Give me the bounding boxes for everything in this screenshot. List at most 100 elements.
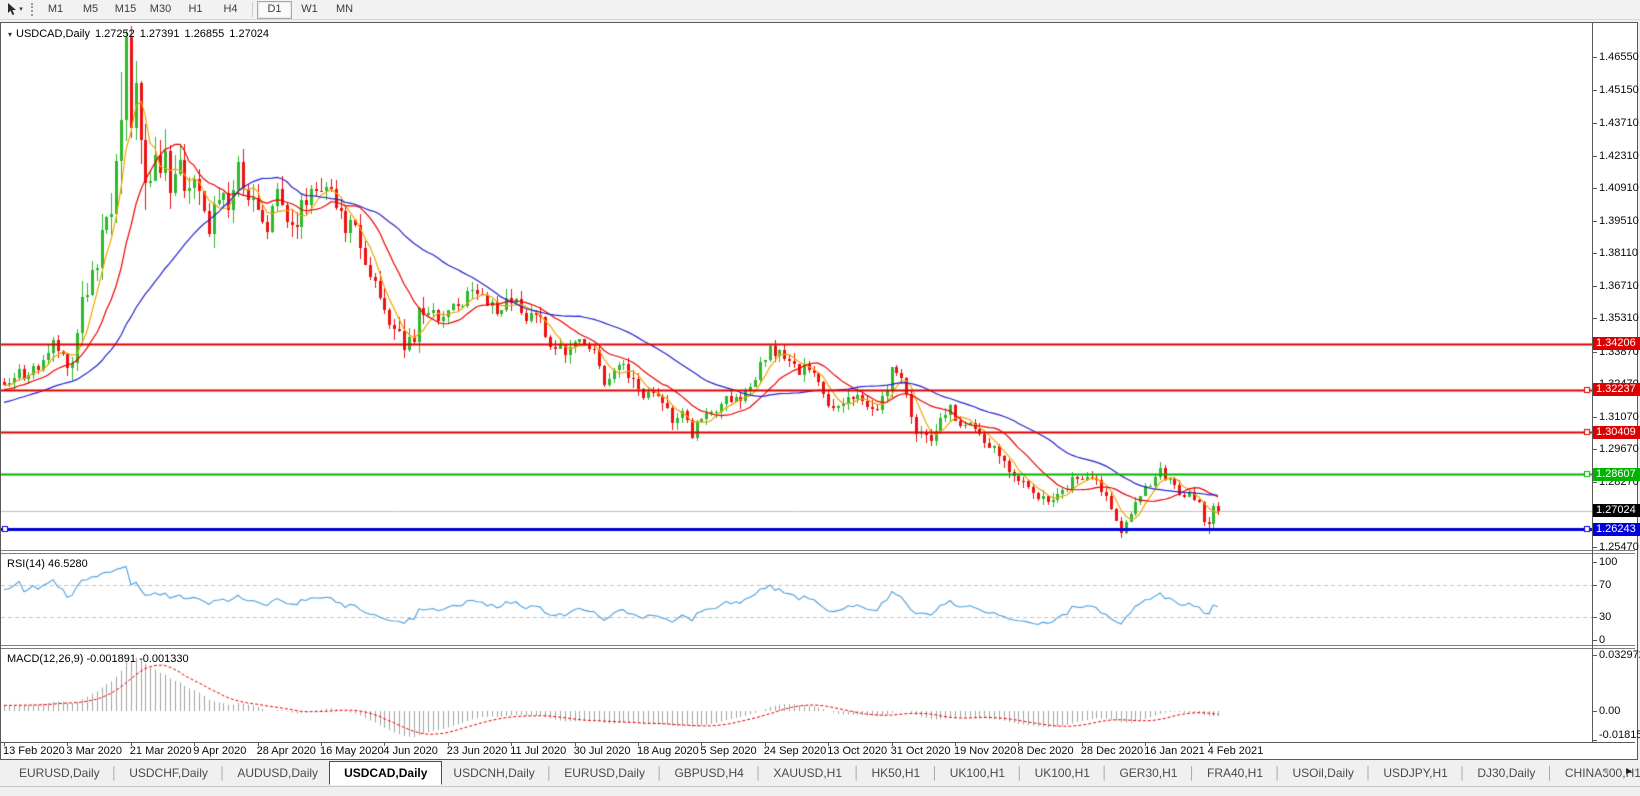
tab-separator: │ bbox=[853, 766, 861, 780]
tab-separator: │ bbox=[1274, 766, 1282, 780]
timeframe-toolbar: ▾ M1M5M15M30H1H4 D1W1MN bbox=[0, 0, 1640, 20]
date-tick-label: 16 May 2020 bbox=[320, 745, 384, 757]
main-chart-canvas[interactable] bbox=[1, 23, 1592, 550]
chart-title: ▾USDCAD,Daily1.272521.273911.268551.2702… bbox=[8, 28, 274, 40]
chart-tab-usoil-daily[interactable]: USOil,Daily bbox=[1282, 762, 1365, 784]
date-tick-label: 4 Feb 2021 bbox=[1208, 745, 1264, 757]
timeframe-button-mn[interactable]: MN bbox=[327, 1, 362, 19]
axis-tick bbox=[1592, 482, 1597, 483]
axis-tick bbox=[1592, 562, 1597, 563]
timeframe-button-m30[interactable]: M30 bbox=[143, 1, 178, 19]
date-tick bbox=[511, 742, 512, 746]
ohlc-close: 1.27024 bbox=[229, 28, 269, 40]
chart-tab-usdcnh-daily[interactable]: USDCNH,Daily bbox=[442, 762, 545, 784]
chart-tab-usdcad-daily[interactable]: USDCAD,Daily bbox=[329, 761, 442, 785]
toolbar-grip[interactable] bbox=[31, 3, 33, 16]
date-tick-label: 19 Nov 2020 bbox=[954, 745, 1016, 757]
date-tick-label: 24 Sep 2020 bbox=[764, 745, 826, 757]
cursor-dropdown-caret-icon[interactable]: ▾ bbox=[19, 6, 23, 13]
chart-tab-dj30-daily[interactable]: DJ30,Daily bbox=[1466, 762, 1546, 784]
date-tick bbox=[448, 742, 449, 746]
tab-scroll-right-icon[interactable]: ► bbox=[1624, 766, 1634, 777]
level-price-tag: 1.28607 bbox=[1593, 468, 1640, 481]
macd-label: MACD(12,26,9) -0.001891 -0.001330 bbox=[7, 653, 189, 665]
chart-tab-uk100-h1[interactable]: UK100,H1 bbox=[1024, 762, 1101, 784]
tab-separator: │ bbox=[656, 766, 664, 780]
macd-tick-label: 0.032972 bbox=[1599, 649, 1640, 661]
tab-separator: │ bbox=[931, 766, 939, 780]
price-tick-label: 1.45150 bbox=[1599, 84, 1640, 96]
date-tick-label: 28 Dec 2020 bbox=[1081, 745, 1143, 757]
date-tick-label: 30 Jul 2020 bbox=[574, 745, 631, 757]
ohlc-open: 1.27252 bbox=[95, 28, 135, 40]
chart-tab-bar: EURUSD,Daily│USDCHF,Daily│AUDUSD,DailyUS… bbox=[0, 760, 1640, 796]
price-tick-label: 1.31070 bbox=[1599, 411, 1640, 423]
current-price-tag: 1.27024 bbox=[1593, 504, 1640, 517]
cursor-icon bbox=[7, 3, 18, 16]
date-tick-label: 3 Mar 2020 bbox=[66, 745, 122, 757]
timeframe-button-m5[interactable]: M5 bbox=[73, 1, 108, 19]
trading-terminal: ▾ M1M5M15M30H1H4 D1W1MN ▾ USDCAD,Daily 1.27… bbox=[0, 0, 1640, 796]
chart-tab-uk100-h1[interactable]: UK100,H1 bbox=[939, 762, 1016, 784]
chart-tab-eurusd-daily[interactable]: EURUSD,Daily bbox=[553, 762, 656, 784]
level-price-tag: 1.32237 bbox=[1593, 383, 1640, 396]
date-tick-label: 21 Mar 2020 bbox=[130, 745, 192, 757]
date-tick-label: 8 Dec 2020 bbox=[1017, 745, 1073, 757]
date-tick-label: 4 Jun 2020 bbox=[383, 745, 437, 757]
axis-tick bbox=[1592, 640, 1597, 641]
date-tick-label: 13 Oct 2020 bbox=[827, 745, 887, 757]
axis-tick bbox=[1592, 547, 1597, 548]
price-tick-label: 1.29670 bbox=[1599, 443, 1640, 455]
chart-tab-hk50-h1[interactable]: HK50,H1 bbox=[861, 762, 932, 784]
macd-tick-label: 0.00 bbox=[1599, 705, 1640, 717]
axis-tick bbox=[1592, 740, 1597, 741]
date-tick-label: 16 Jan 2021 bbox=[1144, 745, 1205, 757]
timeframe-button-h1[interactable]: H1 bbox=[178, 1, 213, 19]
chart-tab-ger30-h1[interactable]: GER30,H1 bbox=[1108, 762, 1188, 784]
chart-tab-xauusd-h1[interactable]: XAUUSD,H1 bbox=[762, 762, 853, 784]
ohlc-low: 1.26855 bbox=[185, 28, 225, 40]
timeframe-button-w1[interactable]: W1 bbox=[292, 1, 327, 19]
date-tick bbox=[384, 742, 385, 746]
cursor-tool-button[interactable]: ▾ bbox=[2, 1, 28, 18]
time-axis-line bbox=[1, 742, 1635, 743]
chart-title-caret-icon[interactable]: ▾ bbox=[8, 30, 12, 39]
date-tick-label: 28 Apr 2020 bbox=[257, 745, 316, 757]
macd-pane-separator[interactable] bbox=[1, 645, 1635, 649]
rsi-indicator-canvas[interactable] bbox=[1, 556, 1592, 644]
date-tick bbox=[258, 742, 259, 746]
tab-separator: │ bbox=[1016, 766, 1024, 780]
tab-separator: │ bbox=[1459, 766, 1467, 780]
timeframe-button-m1[interactable]: M1 bbox=[38, 1, 73, 19]
chart-tab-fra40-h1[interactable]: FRA40,H1 bbox=[1196, 762, 1274, 784]
tab-scroll-left-icon[interactable]: ◄ bbox=[1600, 766, 1610, 777]
macd-indicator-canvas[interactable] bbox=[1, 650, 1592, 742]
chart-tab-audusd-daily[interactable]: AUDUSD,Daily bbox=[226, 762, 329, 784]
date-tick bbox=[955, 742, 956, 746]
tab-separator: │ bbox=[219, 766, 227, 780]
date-tick bbox=[131, 742, 132, 746]
date-tick bbox=[1209, 742, 1210, 746]
chart-tab-usdjpy-h1[interactable]: USDJPY,H1 bbox=[1372, 762, 1458, 784]
date-tick bbox=[828, 742, 829, 746]
tab-separator: │ bbox=[1101, 766, 1109, 780]
timeframe-button-m15[interactable]: M15 bbox=[108, 1, 143, 19]
level-price-tag: 1.30409 bbox=[1593, 426, 1640, 439]
rsi-pane-separator[interactable] bbox=[1, 550, 1635, 554]
chart-tab-eurusd-daily[interactable]: EURUSD,Daily bbox=[8, 762, 111, 784]
axis-tick bbox=[1592, 617, 1597, 618]
rsi-tick-label: 100 bbox=[1599, 556, 1640, 568]
date-tick bbox=[67, 742, 68, 746]
chart-symbol-period: USDCAD,Daily bbox=[16, 28, 90, 40]
toolbar-separator bbox=[252, 2, 253, 17]
price-tick-label: 1.43710 bbox=[1599, 117, 1640, 129]
date-tick bbox=[1082, 742, 1083, 746]
tab-separator: │ bbox=[1188, 766, 1196, 780]
date-tick bbox=[194, 742, 195, 746]
level-price-tag: 1.26243 bbox=[1593, 523, 1640, 536]
timeframe-button-h4[interactable]: H4 bbox=[213, 1, 248, 19]
chart-tab-gbpusd-h4[interactable]: GBPUSD,H4 bbox=[663, 762, 754, 784]
tab-separator: │ bbox=[111, 766, 119, 780]
chart-tab-usdchf-daily[interactable]: USDCHF,Daily bbox=[118, 762, 219, 784]
timeframe-button-d1[interactable]: D1 bbox=[257, 1, 292, 19]
